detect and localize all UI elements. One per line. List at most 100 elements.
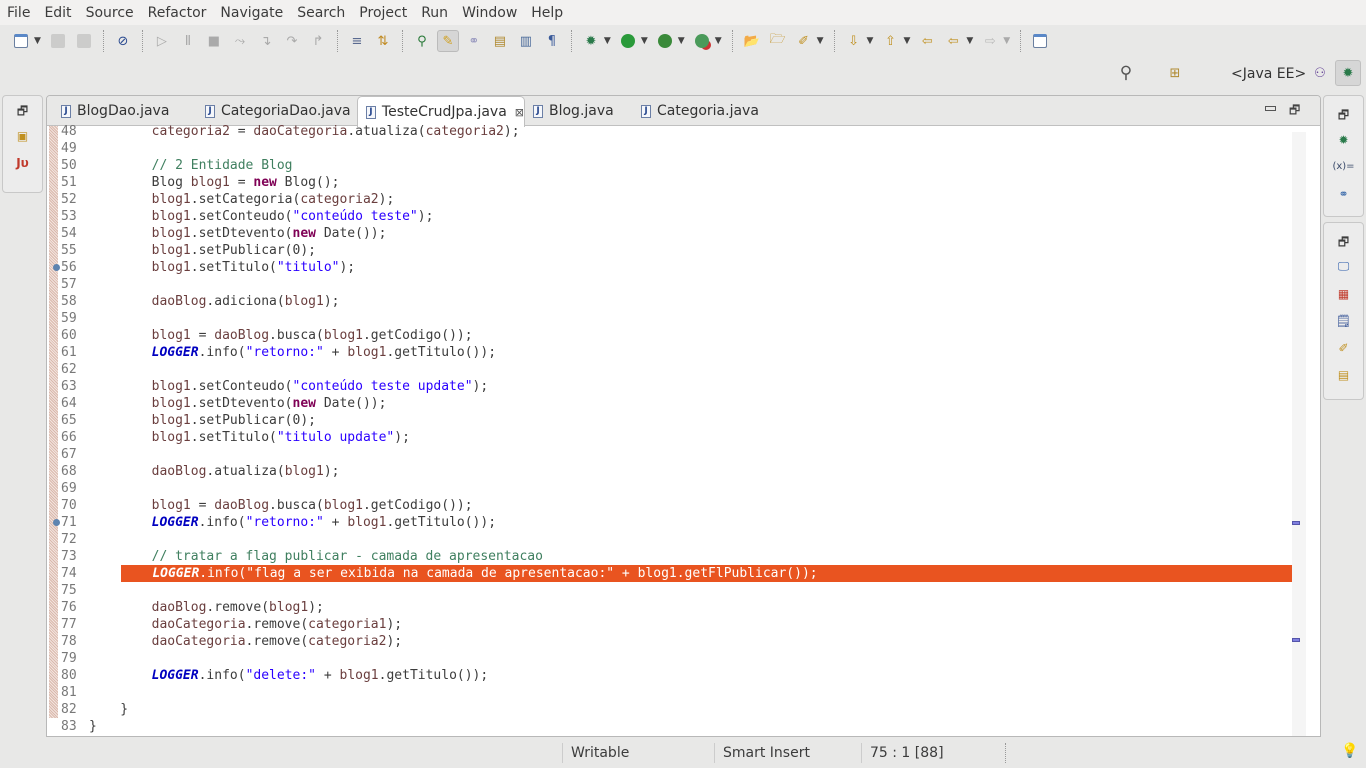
step-into-icon[interactable]: ↴ (255, 30, 277, 52)
lightbulb-icon[interactable]: 💡 (1341, 743, 1358, 759)
menu-search[interactable]: Search (290, 5, 352, 21)
forward-dropdown-icon[interactable]: ▼ (1003, 36, 1010, 46)
code-line[interactable]: 49 (47, 140, 1292, 157)
code-line[interactable]: 58 daoBlog.adiciona(blog1); (47, 293, 1292, 310)
search-dropdown-icon[interactable]: ▼ (817, 36, 824, 46)
code-line[interactable]: 71 LOGGER.info("retorno:" + blog1.getTit… (47, 514, 1292, 531)
coverage-dropdown-icon[interactable]: ▼ (678, 36, 685, 46)
use-step-filters-icon[interactable]: ≡ (346, 30, 368, 52)
suspend-icon[interactable]: Ⅱ (177, 30, 199, 52)
java-perspective-icon[interactable]: ⚇ (1309, 62, 1331, 84)
package-explorer-icon[interactable]: ▣ (3, 122, 42, 149)
menu-refactor[interactable]: Refactor (141, 5, 214, 21)
code-line[interactable]: 68 daoBlog.atualiza(blog1); (47, 463, 1292, 480)
code-line[interactable]: 80 LOGGER.info("delete:" + blog1.getTitu… (47, 667, 1292, 684)
code-line[interactable]: 48 categoria2 = daoCategoria.atualiza(ca… (47, 123, 1292, 140)
menu-source[interactable]: Source (79, 5, 141, 21)
back-icon[interactable]: ⇦ (942, 30, 964, 52)
code-line[interactable]: 69 (47, 480, 1292, 497)
menu-edit[interactable]: Edit (37, 5, 78, 21)
search-tool-icon[interactable]: ✐ (793, 30, 815, 52)
code-line[interactable]: 70 blog1 = daoBlog.busca(blog1.getCodigo… (47, 497, 1292, 514)
code-line[interactable]: 65 blog1.setPublicar(0); (47, 412, 1292, 429)
code-line[interactable]: 53 blog1.setConteudo("conteúdo teste"); (47, 208, 1292, 225)
code-line[interactable]: 56 blog1.setTitulo("titulo"); (47, 259, 1292, 276)
menu-project[interactable]: Project (352, 5, 414, 21)
resume-icon[interactable]: ▷ (151, 30, 173, 52)
next-annotation-dropdown-icon[interactable]: ▼ (867, 36, 874, 46)
code-line[interactable]: 50 // 2 Entidade Blog (47, 157, 1292, 174)
code-line[interactable]: 52 blog1.setCategoria(categoria2); (47, 191, 1292, 208)
overview-marker[interactable] (1292, 638, 1300, 642)
previous-annotation-icon[interactable]: ⇧ (879, 30, 901, 52)
debug-icon[interactable]: ✹ (580, 30, 602, 52)
search-view-icon[interactable]: ✐ (1324, 334, 1363, 361)
word-wrap-icon[interactable]: ▥ (515, 30, 537, 52)
step-return-icon[interactable]: ↱ (307, 30, 329, 52)
debug-view-icon[interactable]: ✹ (1324, 126, 1363, 153)
restore-icon[interactable]: 🗗 (1324, 106, 1363, 126)
pin-editor-icon[interactable] (1029, 30, 1051, 52)
new-dropdown-icon[interactable]: ▼ (34, 36, 41, 46)
menu-help[interactable]: Help (524, 5, 570, 21)
debug-perspective-icon[interactable]: ✹ (1335, 60, 1361, 86)
coverage-icon[interactable] (654, 30, 676, 52)
perspective-java-ee[interactable]: <Java EE> (1231, 66, 1306, 82)
tab-blog[interactable]: J Blog.java (525, 96, 635, 126)
breakpoints-view-icon[interactable]: ⚭ (1324, 180, 1363, 207)
back-dropdown-icon[interactable]: ▼ (966, 36, 973, 46)
close-tab-icon[interactable]: ⊠ (515, 106, 524, 119)
menu-navigate[interactable]: Navigate (213, 5, 290, 21)
terminate-icon[interactable]: ■ (203, 30, 225, 52)
external-tools-dropdown-icon[interactable]: ▼ (715, 36, 722, 46)
run-icon[interactable] (617, 30, 639, 52)
maximize-icon[interactable]: 🗗 (1289, 101, 1300, 122)
code-line[interactable]: 76 daoBlog.remove(blog1); (47, 599, 1292, 616)
code-line[interactable]: 66 blog1.setTitulo("titulo update"); (47, 429, 1292, 446)
external-tools-icon[interactable] (691, 30, 713, 52)
disconnect-icon[interactable]: ⤳ (229, 30, 251, 52)
code-line[interactable]: 62 (47, 361, 1292, 378)
restore-icon[interactable]: 🗗 (1324, 233, 1363, 253)
forward-icon[interactable]: ⇨ (979, 30, 1001, 52)
breakpoint-marker-icon[interactable] (53, 519, 60, 526)
code-line[interactable]: 61 LOGGER.info("retorno:" + blog1.getTit… (47, 344, 1292, 361)
save-all-icon[interactable] (73, 30, 95, 52)
code-line[interactable]: 77 daoCategoria.remove(categoria1); (47, 616, 1292, 633)
next-annotation-icon[interactable]: ⇩ (843, 30, 865, 52)
console-view-icon[interactable]: 🖵 (1324, 253, 1363, 280)
code-line[interactable]: 72 (47, 531, 1292, 548)
code-line[interactable]: 83} (47, 718, 1292, 735)
tab-blogdao[interactable]: J BlogDao.java (53, 96, 203, 126)
code-line[interactable]: 81 (47, 684, 1292, 701)
junit-icon[interactable]: Jυ (3, 149, 42, 176)
code-line[interactable]: 54 blog1.setDtevento(new Date()); (47, 225, 1292, 242)
step-over-icon[interactable]: ↷ (281, 30, 303, 52)
new-java-project-icon[interactable]: 📂 (741, 30, 763, 52)
save-icon[interactable] (47, 30, 69, 52)
code-line[interactable]: 67 (47, 446, 1292, 463)
code-line[interactable]: 57 (47, 276, 1292, 293)
tab-categoriadao[interactable]: J CategoriaDao.java (197, 96, 357, 126)
minimize-icon[interactable] (1265, 106, 1276, 111)
tab-categoria[interactable]: J Categoria.java (633, 96, 783, 126)
javadoc-view-icon[interactable]: 🗒 (1324, 307, 1363, 334)
code-line[interactable]: 73 // tratar a flag publicar - camada de… (47, 548, 1292, 565)
tasks-view-icon[interactable]: ▤ (1324, 361, 1363, 388)
code-area[interactable]: 48 categoria2 = daoCategoria.atualiza(ca… (47, 123, 1292, 735)
open-perspective-icon[interactable]: ⊞ (1164, 62, 1186, 84)
open-type-icon[interactable]: ⚲ (411, 30, 433, 52)
open-folder-icon[interactable]: 🗁 (767, 30, 789, 52)
code-line[interactable]: 51 Blog blog1 = new Blog(); (47, 174, 1292, 191)
new-icon[interactable] (10, 30, 32, 52)
code-line[interactable]: 75 (47, 582, 1292, 599)
menu-file[interactable]: File (0, 5, 37, 21)
link-editor-icon[interactable]: ⚭ (463, 30, 485, 52)
code-line[interactable]: 79 (47, 650, 1292, 667)
code-line[interactable]: 64 blog1.setDtevento(new Date()); (47, 395, 1292, 412)
menu-run[interactable]: Run (414, 5, 455, 21)
servers-view-icon[interactable]: ▦ (1324, 280, 1363, 307)
breakpoint-marker-icon[interactable] (53, 264, 60, 271)
debug-dropdown-icon[interactable]: ▼ (604, 36, 611, 46)
quick-access-search-icon[interactable]: ⚲ (1115, 62, 1137, 84)
